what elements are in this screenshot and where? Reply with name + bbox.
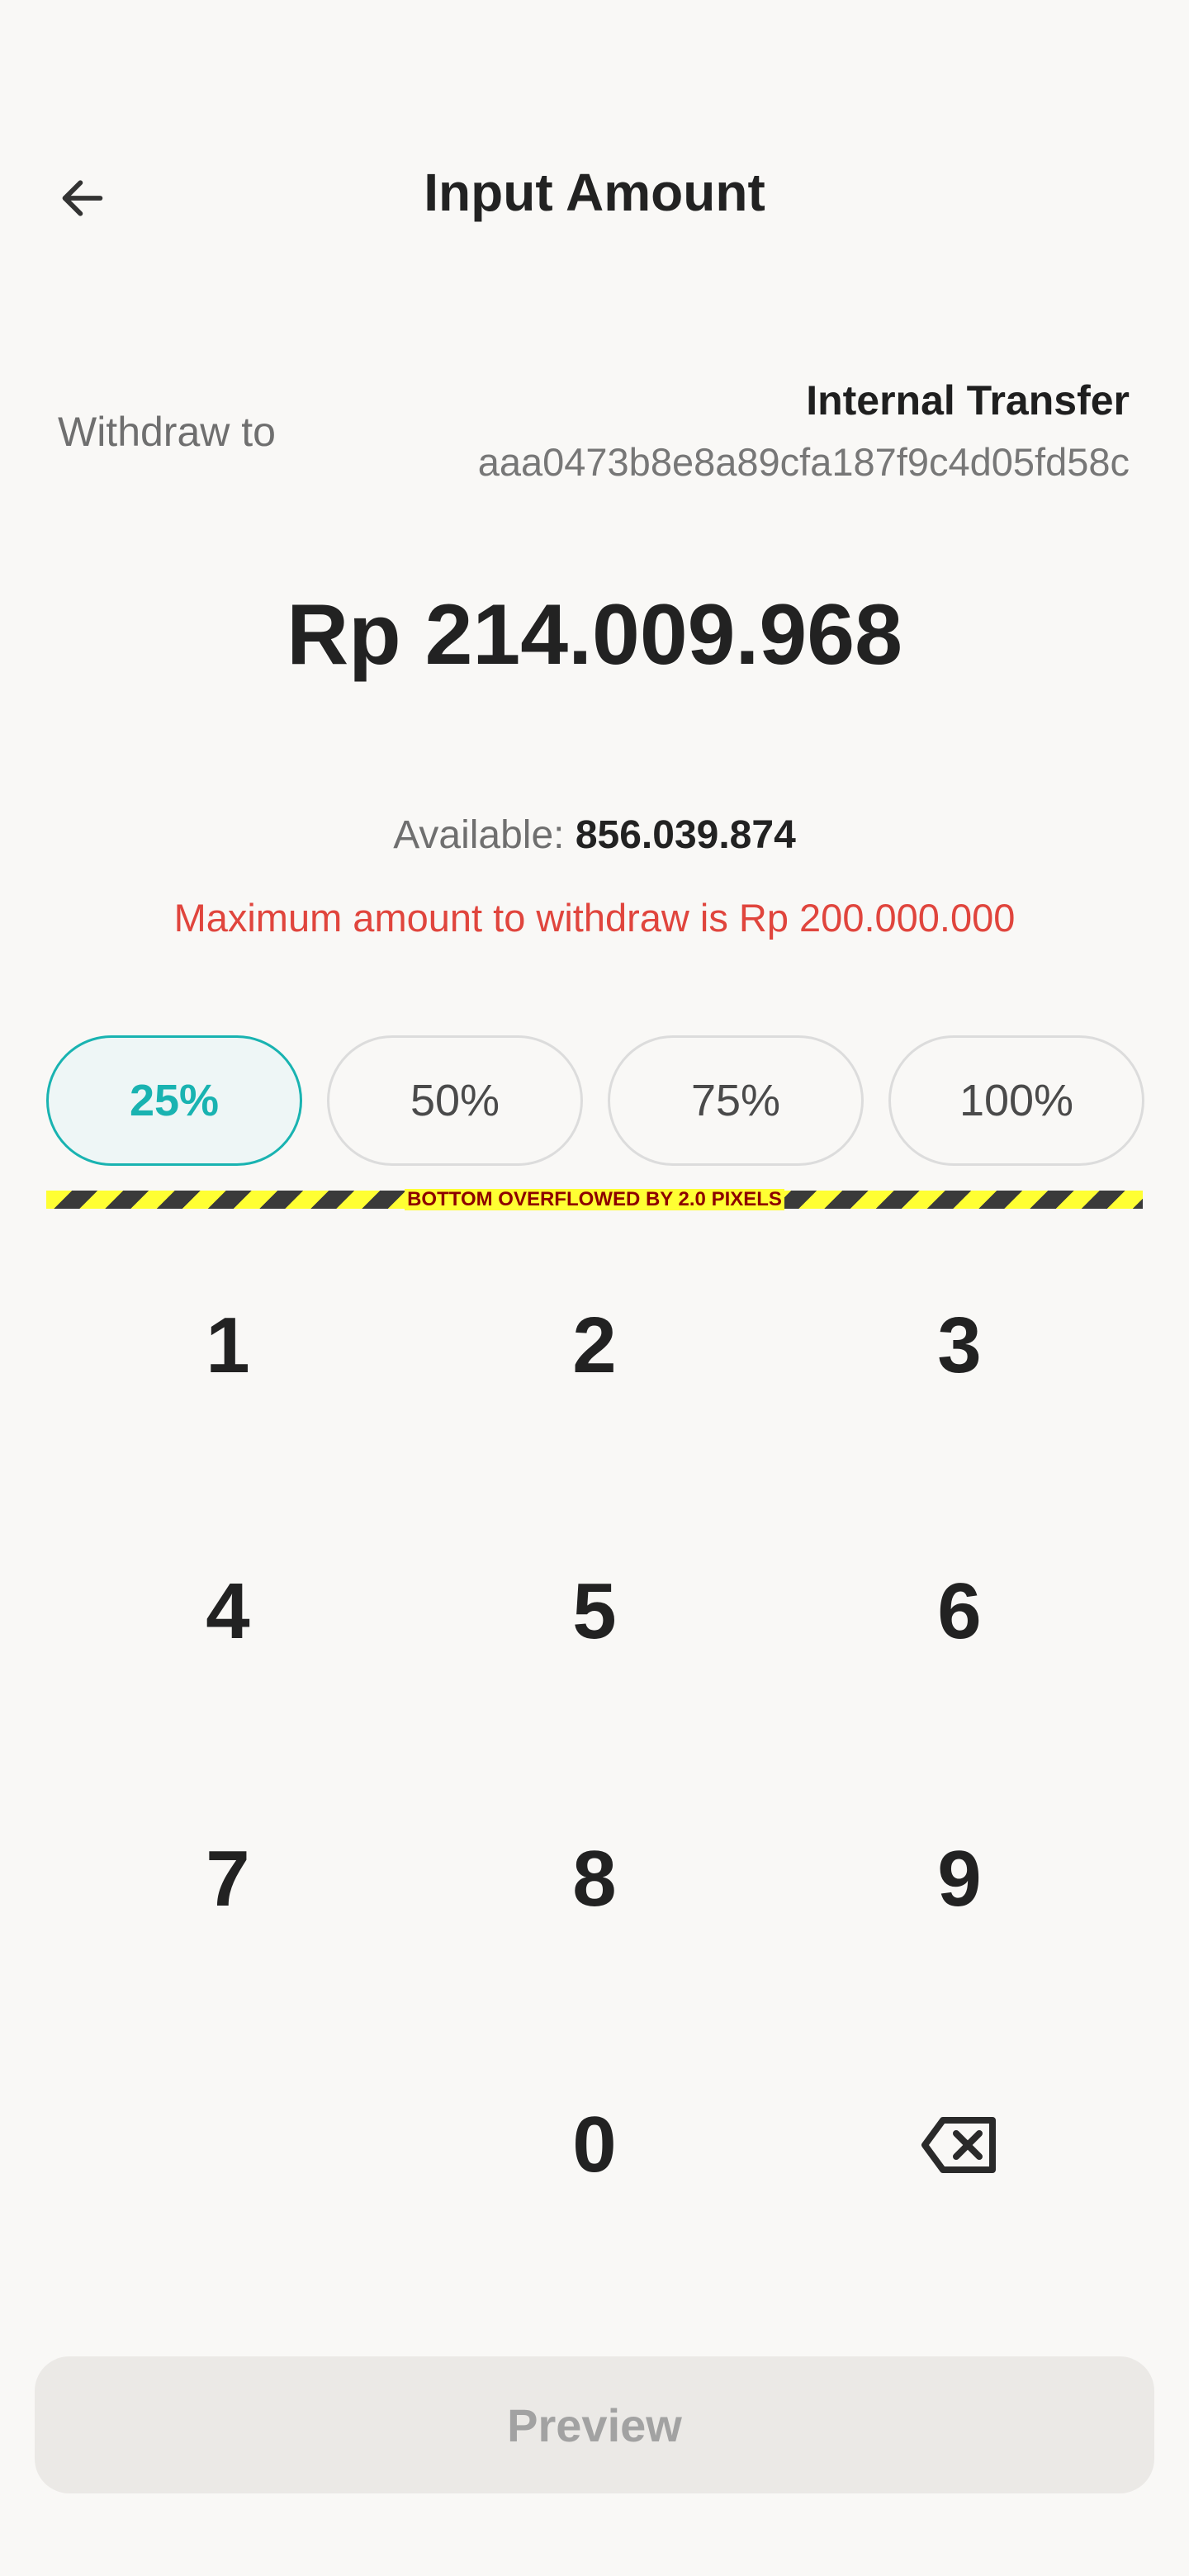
overflow-warning: BOTTOM OVERFLOWED BY 2.0 PIXELS xyxy=(405,1188,784,1210)
error-message: Maximum amount to withdraw is Rp 200.000… xyxy=(173,896,1016,940)
keypad-key-4[interactable]: 4 xyxy=(104,1529,352,1694)
keypad-key-3[interactable]: 3 xyxy=(836,1263,1083,1428)
keypad-key-0[interactable]: 0 xyxy=(471,2062,718,2228)
available-value: 856.039.874 xyxy=(575,813,796,857)
keypad-key-5[interactable]: 5 xyxy=(471,1529,718,1694)
percent-25-button[interactable]: 25% xyxy=(46,1035,302,1166)
available-label: Available: xyxy=(393,813,565,857)
amount-display: Rp 214.009.968 xyxy=(287,587,902,683)
percent-100-button[interactable]: 100% xyxy=(888,1035,1144,1166)
backspace-key[interactable] xyxy=(836,2062,1083,2228)
keypad-key-9[interactable]: 9 xyxy=(836,1797,1083,1962)
percent-50-button[interactable]: 50% xyxy=(327,1035,583,1166)
keypad-key-8[interactable]: 8 xyxy=(471,1797,718,1962)
page-title: Input Amount xyxy=(424,163,765,222)
keypad-key-1[interactable]: 1 xyxy=(104,1263,352,1428)
percent-75-button[interactable]: 75% xyxy=(608,1035,864,1166)
backspace-icon xyxy=(921,2117,996,2173)
destination-account: aaa0473b8e8a89cfa187f9c4d05fd58c xyxy=(477,440,1130,484)
preview-button[interactable]: Preview xyxy=(35,2356,1154,2493)
withdraw-to-label: Withdraw to xyxy=(58,409,276,455)
available-balance: Available: 856.039.874 xyxy=(0,812,1189,858)
destination-name: Internal Transfer xyxy=(806,377,1130,424)
keypad-key-2[interactable]: 2 xyxy=(471,1263,718,1428)
keypad-key-6[interactable]: 6 xyxy=(836,1529,1083,1694)
keypad-key-7[interactable]: 7 xyxy=(104,1797,352,1962)
